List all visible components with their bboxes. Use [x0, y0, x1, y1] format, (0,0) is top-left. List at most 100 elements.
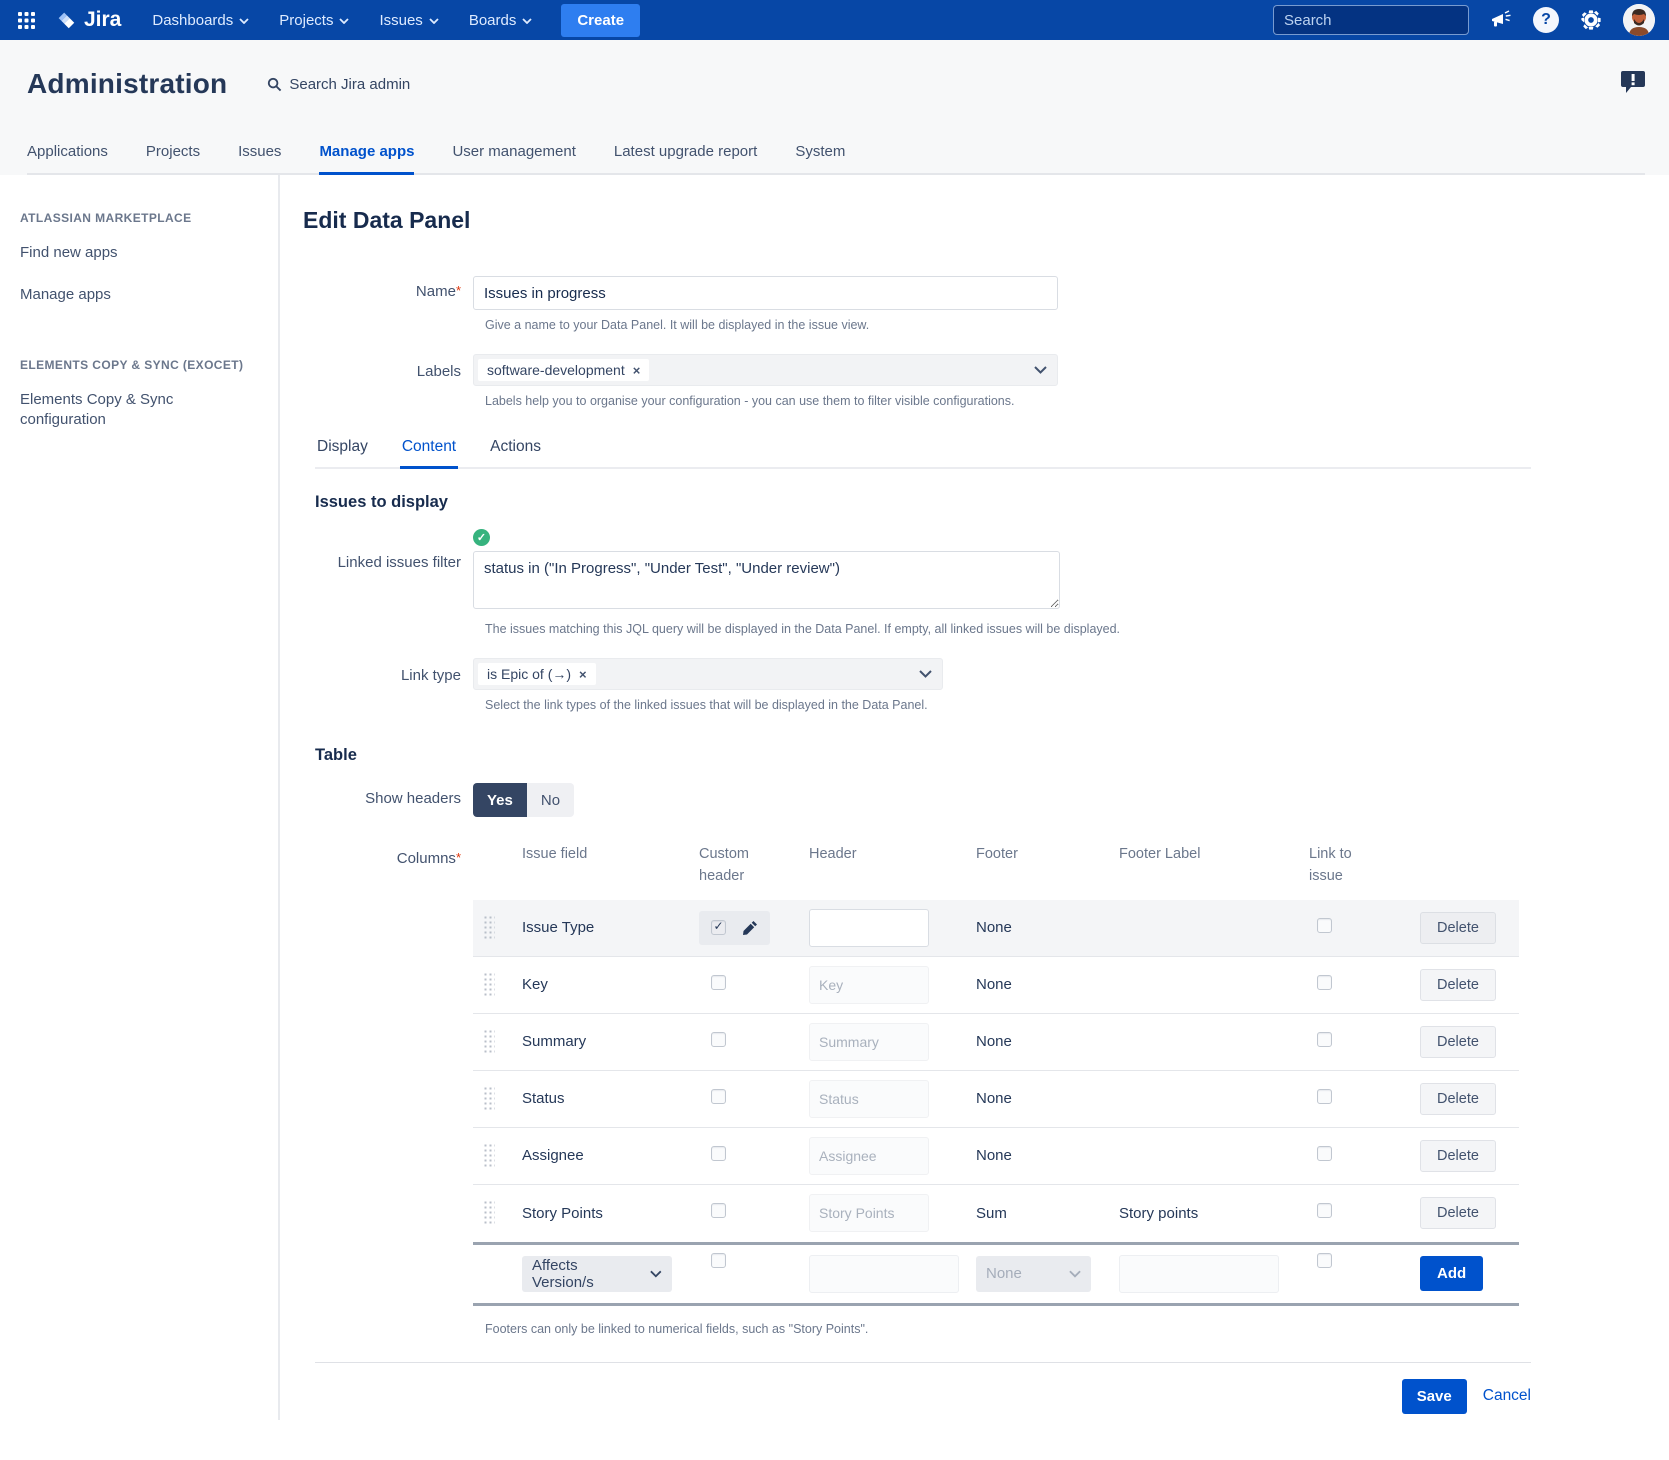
nav-boards[interactable]: Boards	[456, 0, 546, 40]
custom-header-checkbox[interactable]	[711, 1089, 726, 1104]
header-input[interactable]	[809, 1080, 929, 1118]
drag-handle-icon[interactable]	[483, 1029, 495, 1055]
tab-latest-upgrade-report[interactable]: Latest upgrade report	[614, 134, 757, 173]
show-headers-no-button[interactable]: No	[527, 783, 574, 817]
link-type-chip-text: is Epic of (→)	[487, 666, 571, 682]
announcement-icon[interactable]	[1487, 6, 1515, 34]
sidebar-item-exocet-configuration[interactable]: Elements Copy & Sync configuration	[20, 390, 220, 431]
tab-projects[interactable]: Projects	[146, 134, 200, 173]
custom-header-checkbox[interactable]	[711, 1146, 726, 1161]
app-switcher-icon[interactable]	[10, 6, 43, 35]
jql-filter-textarea[interactable]: status in ("In Progress", "Under Test", …	[473, 551, 1060, 609]
tab-manage-apps[interactable]: Manage apps	[319, 134, 414, 175]
name-help-text: Give a name to your Data Panel. It will …	[485, 318, 1531, 332]
navbar-search[interactable]	[1273, 5, 1469, 35]
cancel-link[interactable]: Cancel	[1483, 1387, 1531, 1405]
header-input[interactable]	[809, 909, 929, 947]
add-footer-select-value: None	[986, 1265, 1022, 1282]
footer-value: None	[976, 919, 1119, 936]
header-input[interactable]	[809, 1023, 929, 1061]
settings-gear-icon[interactable]	[1577, 6, 1605, 34]
custom-header-checkbox[interactable]	[711, 1032, 726, 1047]
user-avatar[interactable]	[1623, 4, 1655, 36]
name-label: Name*	[303, 276, 473, 310]
add-link-to-issue-checkbox[interactable]	[1317, 1253, 1332, 1268]
link-type-label: Link type	[303, 658, 473, 690]
nav-dashboards-label: Dashboards	[152, 12, 233, 29]
remove-label-icon[interactable]: ×	[633, 363, 641, 378]
feedback-bubble-icon[interactable]	[1621, 69, 1645, 100]
header-input[interactable]	[809, 966, 929, 1004]
custom-header-checkbox[interactable]	[711, 975, 726, 990]
add-header-input[interactable]	[809, 1255, 959, 1293]
tab-display[interactable]: Display	[315, 430, 370, 467]
navbar-search-input[interactable]	[1284, 12, 1483, 29]
tab-content[interactable]: Content	[400, 430, 458, 469]
admin-sidebar: ATLASSIAN MARKETPLACE Find new apps Mana…	[0, 175, 280, 1420]
custom-header-checkbox[interactable]	[711, 1203, 726, 1218]
col-header: Header	[801, 843, 976, 865]
tab-system[interactable]: System	[795, 134, 845, 173]
sidebar-heading-marketplace: ATLASSIAN MARKETPLACE	[20, 211, 260, 225]
table-heading: Table	[315, 746, 1531, 765]
pencil-icon[interactable]	[742, 920, 758, 936]
panel-tab-bar: Display Content Actions	[315, 430, 1531, 469]
tab-user-management[interactable]: User management	[452, 134, 575, 173]
delete-button[interactable]: Delete	[1420, 1197, 1496, 1229]
jql-valid-icon: ✓	[473, 529, 490, 546]
col-custom-header: Custom header	[699, 843, 761, 888]
sidebar-item-find-new-apps[interactable]: Find new apps	[20, 243, 260, 263]
issue-field-name: Issue Type	[513, 919, 699, 936]
delete-button[interactable]: Delete	[1420, 969, 1496, 1001]
link-to-issue-checkbox[interactable]	[1317, 1089, 1332, 1104]
link-to-issue-checkbox[interactable]	[1317, 975, 1332, 990]
add-field-select[interactable]: Affects Version/s	[522, 1256, 672, 1292]
show-headers-yes-button[interactable]: Yes	[473, 783, 527, 817]
add-footer-label-input[interactable]	[1119, 1255, 1279, 1293]
drag-handle-icon[interactable]	[483, 1143, 495, 1169]
top-navbar: Jira Dashboards Projects Issues Boards C…	[0, 0, 1669, 40]
create-button[interactable]: Create	[561, 4, 640, 37]
delete-button[interactable]: Delete	[1420, 1083, 1496, 1115]
link-to-issue-checkbox[interactable]	[1317, 1203, 1332, 1218]
label-chip: software-development ×	[478, 359, 649, 381]
nav-dashboards[interactable]: Dashboards	[139, 0, 262, 40]
jira-logo[interactable]: Jira	[47, 8, 135, 32]
label-chip-text: software-development	[487, 362, 625, 378]
header-input[interactable]	[809, 1137, 929, 1175]
drag-handle-icon[interactable]	[483, 1200, 495, 1226]
sidebar-item-manage-apps[interactable]: Manage apps	[20, 285, 260, 305]
nav-projects[interactable]: Projects	[266, 0, 362, 40]
name-input[interactable]	[473, 276, 1058, 310]
nav-issues[interactable]: Issues	[366, 0, 451, 40]
help-icon[interactable]: ?	[1533, 7, 1559, 33]
add-footer-select[interactable]: None	[976, 1256, 1091, 1292]
delete-button[interactable]: Delete	[1420, 1140, 1496, 1172]
issues-to-display-heading: Issues to display	[315, 493, 1531, 512]
delete-button[interactable]: Delete	[1420, 912, 1496, 944]
link-to-issue-checkbox[interactable]	[1317, 1032, 1332, 1047]
tab-issues[interactable]: Issues	[238, 134, 281, 173]
labels-select[interactable]: software-development ×	[473, 354, 1058, 386]
link-to-issue-checkbox[interactable]	[1317, 918, 1332, 933]
remove-link-type-icon[interactable]: ×	[579, 667, 587, 682]
link-type-select[interactable]: is Epic of (→) ×	[473, 658, 943, 690]
drag-handle-icon[interactable]	[483, 1086, 495, 1112]
link-to-issue-checkbox[interactable]	[1317, 1146, 1332, 1161]
columns-table-header: Issue field Custom header Header Footer …	[473, 843, 1519, 900]
tab-applications[interactable]: Applications	[27, 134, 108, 173]
labels-help-text: Labels help you to organise your configu…	[485, 394, 1531, 408]
add-column-button[interactable]: Add	[1420, 1256, 1483, 1291]
admin-search[interactable]: Search Jira admin	[267, 76, 410, 93]
tab-actions[interactable]: Actions	[488, 430, 543, 467]
jira-mark-icon	[55, 9, 77, 31]
drag-handle-icon[interactable]	[483, 972, 495, 998]
delete-button[interactable]: Delete	[1420, 1026, 1496, 1058]
drag-handle-icon[interactable]	[483, 915, 495, 941]
columns-label: Columns*	[303, 843, 473, 1306]
header-input[interactable]	[809, 1194, 929, 1232]
save-button[interactable]: Save	[1402, 1379, 1467, 1414]
sidebar-heading-exocet: ELEMENTS COPY & SYNC (EXOCET)	[20, 358, 260, 372]
add-custom-header-checkbox[interactable]	[711, 1253, 726, 1268]
custom-header-checkbox[interactable]	[711, 920, 726, 935]
